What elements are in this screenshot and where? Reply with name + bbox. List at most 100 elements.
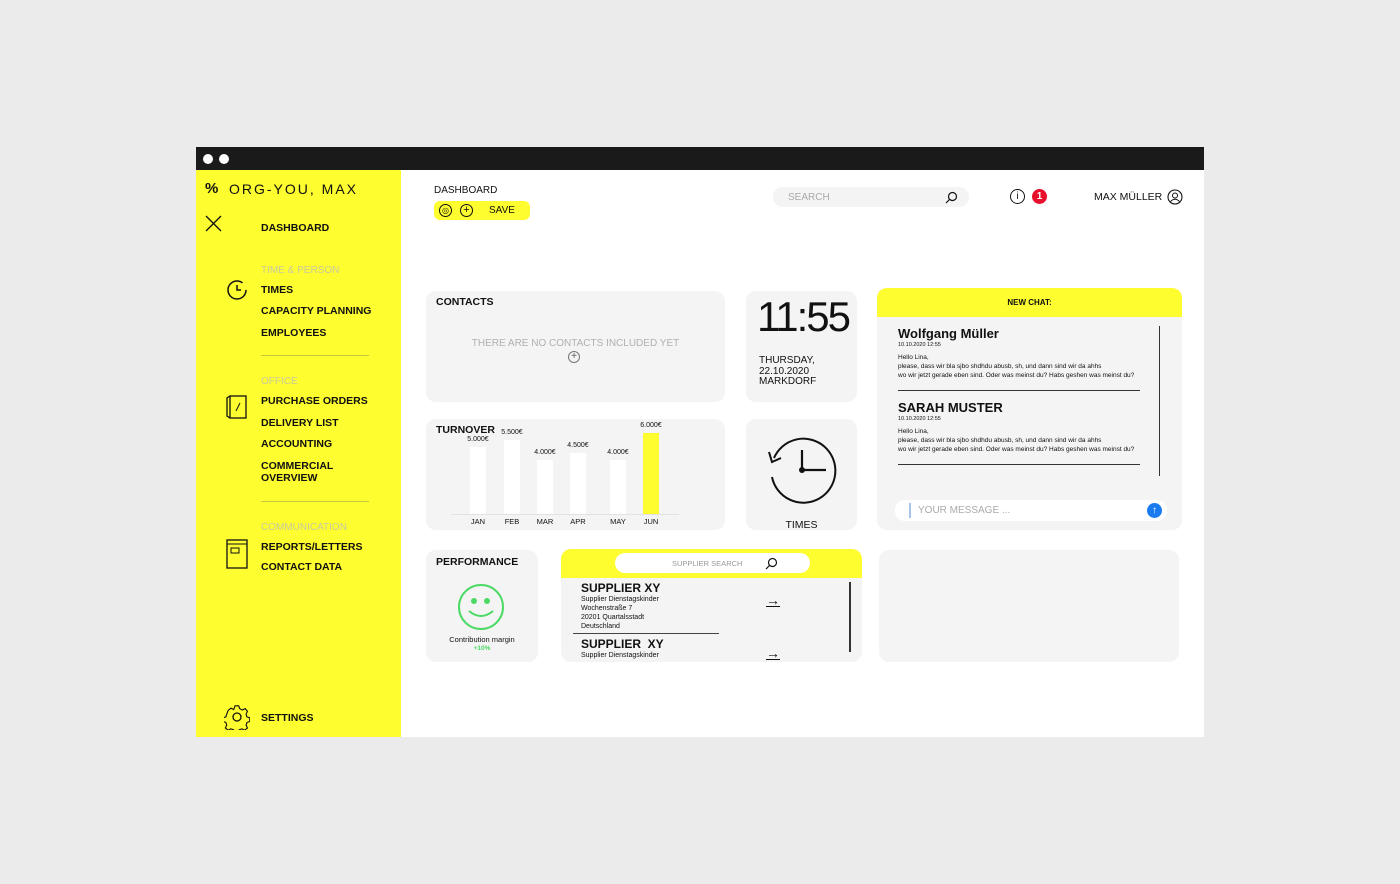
contacts-empty-text: THERE ARE NO CONTACTS INCLUDED YET bbox=[471, 338, 680, 349]
breadcrumb: DASHBOARD bbox=[434, 185, 498, 196]
bar-value-label: 5.500€ bbox=[501, 428, 523, 436]
divider bbox=[261, 501, 369, 502]
search-input[interactable]: SEARCH bbox=[773, 187, 969, 207]
add-contact-icon[interactable]: + bbox=[568, 351, 580, 363]
add-icon[interactable]: + bbox=[460, 204, 473, 217]
message-time: 10.10.2020 12:55 bbox=[898, 416, 941, 422]
sidebar-item-dashboard[interactable]: DASHBOARD bbox=[261, 222, 329, 234]
message-placeholder: YOUR MESSAGE ... bbox=[918, 505, 1011, 516]
arrow-right-icon[interactable]: → bbox=[766, 592, 780, 608]
supplier-line: Deutschland bbox=[581, 623, 620, 630]
x-tick-label: APR bbox=[570, 517, 586, 526]
search-icon[interactable] bbox=[765, 557, 778, 570]
sidebar-item-purchase-orders[interactable]: PURCHASE ORDERS bbox=[261, 395, 368, 407]
letter-box-icon bbox=[226, 539, 248, 569]
supplier-line: 20201 Quartalsstadt bbox=[581, 614, 645, 621]
clock-history-icon bbox=[225, 278, 249, 302]
message-greeting: Hello Lina, bbox=[898, 354, 929, 361]
supplier-line: Supplier Dienstagskinder bbox=[581, 652, 659, 659]
arrow-right-icon[interactable]: → bbox=[766, 645, 780, 661]
sidebar-item-settings[interactable]: SETTINGS bbox=[261, 712, 314, 724]
user-avatar-icon[interactable] bbox=[1167, 189, 1183, 205]
section-communication: COMMUNICATION bbox=[261, 522, 347, 533]
smiley-icon bbox=[458, 584, 504, 630]
app-window: % ORG-YOU, MAX DASHBOARD TIME & PERSON T… bbox=[196, 147, 1204, 737]
chat-card: NEW CHAT: Wolfgang Müller 10.10.2020 12:… bbox=[877, 288, 1182, 530]
sidebar-item-times[interactable]: TIMES bbox=[261, 284, 293, 296]
scrollbar[interactable] bbox=[849, 582, 851, 652]
info-icon[interactable]: i bbox=[1010, 189, 1025, 204]
user-name[interactable]: MAX MÜLLER bbox=[1094, 191, 1162, 203]
divider bbox=[261, 355, 369, 356]
supplier-item[interactable]: SUPPLIER XY Supplier Dienstagskinder bbox=[581, 637, 664, 660]
sidebar-item-accounting[interactable]: ACCOUNTING bbox=[261, 438, 332, 450]
folder-icon bbox=[226, 394, 248, 420]
performance-value: +10% bbox=[473, 645, 491, 652]
message-input[interactable]: YOUR MESSAGE ... ↑ bbox=[895, 500, 1167, 521]
supplier-search-placeholder: SUPPLIER SEARCH bbox=[672, 559, 743, 568]
settings-icon[interactable]: ◎ bbox=[439, 204, 452, 217]
toolbar: ◎ + SAVE bbox=[434, 201, 530, 220]
bar-feb[interactable] bbox=[504, 439, 520, 514]
performance-card: PERFORMANCE Contribution margin +10% bbox=[426, 550, 538, 662]
window-dot[interactable] bbox=[203, 154, 213, 164]
clock-card: 11:55 THURSDAY, 22.10.2020 MARKDORF bbox=[746, 291, 857, 402]
section-time-person: TIME & PERSON bbox=[261, 265, 340, 276]
gear-icon[interactable] bbox=[224, 704, 250, 730]
save-button[interactable]: SAVE bbox=[489, 205, 515, 216]
bar-may[interactable] bbox=[610, 460, 626, 514]
supplier-item[interactable]: SUPPLIER XY Supplier Dienstagskinder Woc… bbox=[581, 581, 660, 631]
clock-time: 11:55 bbox=[757, 293, 851, 340]
send-button[interactable]: ↑ bbox=[1147, 503, 1162, 518]
message-time: 10.10.2020 12:55 bbox=[898, 342, 941, 348]
bar-value-label: 5.000€ bbox=[467, 435, 489, 443]
message-greeting: Hello Lina, bbox=[898, 428, 929, 435]
sidebar-item-employees[interactable]: EMPLOYEES bbox=[261, 327, 326, 339]
contacts-card: CONTACTS THERE ARE NO CONTACTS INCLUDED … bbox=[426, 291, 725, 402]
message-text: please, dass wir bla sjbo shdhdu abusb, … bbox=[898, 437, 1102, 444]
times-card[interactable]: TIMES bbox=[746, 419, 857, 531]
message-author: Wolfgang Müller bbox=[898, 326, 999, 341]
search-placeholder: SEARCH bbox=[788, 192, 830, 203]
bar-value-label: 4.000€ bbox=[534, 449, 556, 456]
clock-day: THURSDAY, bbox=[759, 355, 815, 366]
window-dot[interactable] bbox=[219, 154, 229, 164]
sidebar-item-contact-data[interactable]: CONTACT DATA bbox=[261, 561, 342, 573]
clock-date: THURSDAY, 22.10.2020 MARKDORF bbox=[759, 355, 816, 388]
sidebar-item-reports-letters[interactable]: REPORTS/LETTERS bbox=[261, 541, 363, 553]
supplier-name: SUPPLIER XY bbox=[581, 637, 664, 651]
title-bar bbox=[196, 147, 1204, 170]
bar-jun[interactable] bbox=[643, 433, 659, 514]
chart-title: TURNOVER bbox=[436, 424, 495, 436]
supplier-line: Supplier Dienstagskinder bbox=[581, 596, 659, 603]
times-label: TIMES bbox=[785, 519, 818, 531]
sidebar-item-capacity-planning[interactable]: CAPACITY PLANNING bbox=[261, 305, 371, 317]
app-title: ORG-YOU, MAX bbox=[229, 181, 359, 197]
sidebar-item-delivery-list[interactable]: DELIVERY LIST bbox=[261, 417, 339, 429]
bar-mar[interactable] bbox=[537, 460, 553, 514]
chat-title: NEW CHAT: bbox=[877, 288, 1182, 317]
supplier-line: Wochenstraße 7 bbox=[581, 605, 633, 612]
x-tick-label: JUN bbox=[643, 517, 659, 526]
contacts-title: CONTACTS bbox=[436, 296, 494, 308]
clock-history-icon bbox=[768, 437, 837, 504]
section-office: OFFICE bbox=[261, 376, 298, 387]
empty-card bbox=[879, 550, 1179, 662]
bar-value-label: 4.500€ bbox=[567, 442, 589, 450]
bar-value-label: 6.000€ bbox=[640, 422, 662, 429]
bar-apr[interactable] bbox=[570, 453, 586, 514]
supplier-search-input[interactable]: SUPPLIER SEARCH bbox=[615, 553, 810, 573]
message-author: SARAH MUSTER bbox=[898, 400, 1003, 415]
supplier-name: SUPPLIER XY bbox=[581, 581, 661, 595]
search-icon[interactable] bbox=[945, 191, 958, 204]
bar-jan[interactable] bbox=[470, 446, 486, 514]
notification-badge[interactable]: 1 bbox=[1032, 189, 1047, 204]
sidebar: % ORG-YOU, MAX DASHBOARD TIME & PERSON T… bbox=[196, 170, 401, 737]
sidebar-item-commercial-overview[interactable]: COMMERCIAL OVERVIEW bbox=[261, 460, 341, 484]
close-icon[interactable] bbox=[205, 215, 222, 232]
supplier-card: SUPPLIER SEARCH SUPPLIER XY Supplier Die… bbox=[561, 549, 862, 662]
performance-title: PERFORMANCE bbox=[436, 556, 519, 568]
chat-message: Wolfgang Müller 10.10.2020 12:55 Hello L… bbox=[898, 326, 1160, 402]
percent-logo-icon: % bbox=[205, 180, 219, 197]
bar-value-label: 4.000€ bbox=[607, 449, 629, 456]
